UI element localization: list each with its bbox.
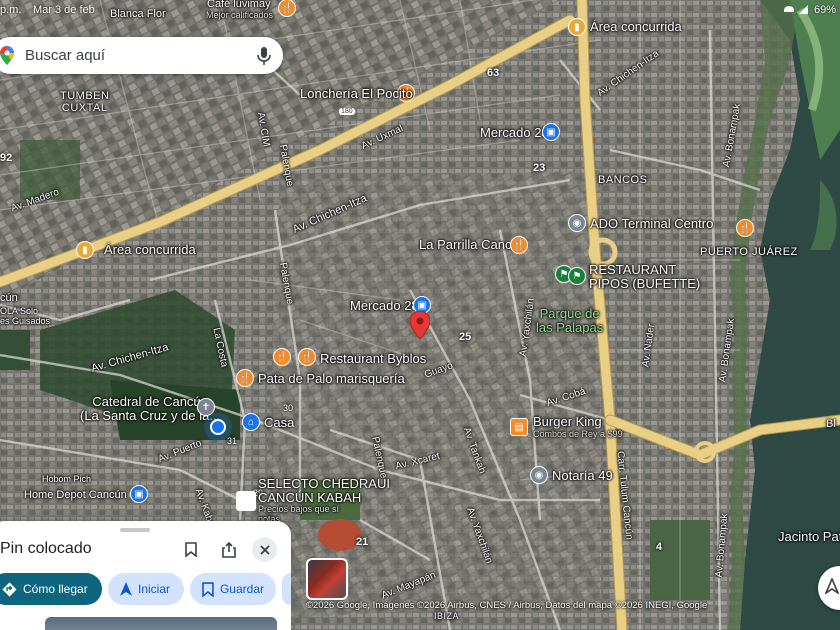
start-button[interactable]: Iniciar <box>108 573 184 605</box>
region-number: 4 <box>656 541 663 553</box>
shopping-icon[interactable]: ▣ <box>542 123 560 141</box>
home-icon[interactable]: ⌂ <box>242 413 260 431</box>
close-button[interactable] <box>252 537 277 562</box>
region-number: 30 <box>283 403 294 413</box>
neighborhood-label: BANCOS <box>598 174 648 186</box>
burger-king-icon[interactable]: ▤ <box>510 418 528 436</box>
wifi-icon <box>784 6 794 14</box>
restaurant-icon[interactable]: 🍴 <box>273 348 291 366</box>
poi-label[interactable]: SELECTO CHEDRAUI CANCÚN KABAH <box>258 476 390 506</box>
poi-sub-label: Mejor calificados <box>206 10 274 20</box>
area-label[interactable]: Área concurrida <box>590 19 682 34</box>
poi-label[interactable]: Notaría 49 <box>552 468 613 483</box>
area-label[interactable]: Área concurrida <box>104 242 196 257</box>
region-number: 21 <box>356 536 369 548</box>
map-attribution: ©2026 Google, Imágenes ©2026 Airbus, CNE… <box>306 600 708 611</box>
status-time: p.m. <box>0 4 22 16</box>
status-date: Mar 3 de feb <box>33 4 95 16</box>
poi-label[interactable]: Pata de Palo marisquería <box>258 371 405 386</box>
crowded-area-icon[interactable]: ▮ <box>76 241 94 259</box>
restaurant-icon[interactable]: 🍴 <box>298 348 316 366</box>
navigation-arrow-icon <box>825 578 839 594</box>
sheet-title: Pin colocado <box>0 540 92 557</box>
save-label: Guardar <box>219 582 264 596</box>
poi-sub-label: Combos de Rey a $99 <box>533 429 623 439</box>
poi-label[interactable]: Home Depot Cancún <box>24 489 127 501</box>
poi-label[interactable]: Mercado 28 <box>350 298 419 313</box>
microphone-icon[interactable] <box>255 46 273 66</box>
navigation-arrow-icon <box>120 582 132 596</box>
save-button[interactable]: Guardar <box>190 573 276 605</box>
more-actions-chip[interactable] <box>282 573 291 605</box>
restaurant-icon[interactable]: 🍴 <box>236 369 254 387</box>
poi-label[interactable]: Café luvimay <box>207 0 271 10</box>
restaurant-icon[interactable]: 🍴 <box>736 219 754 237</box>
neighborhood-label: PUERTO JUÁREZ <box>700 246 798 258</box>
dropped-pin-icon[interactable] <box>410 311 430 339</box>
directions-icon <box>2 581 17 597</box>
search-bar[interactable]: Buscar aquí <box>0 37 283 74</box>
search-input[interactable]: Buscar aquí <box>25 47 105 64</box>
signal-icon <box>799 5 808 14</box>
street-view-thumbnail[interactable] <box>306 558 348 600</box>
poi-label[interactable]: ADO Terminal Centro <box>590 216 713 231</box>
bookmark-icon <box>184 542 197 557</box>
poi-label[interactable]: Blanca Flor <box>110 8 166 20</box>
restaurant-icon[interactable]: 🍴 <box>510 236 528 254</box>
church-icon[interactable]: ✝ <box>197 398 215 416</box>
maps-logo-icon <box>0 46 14 65</box>
place-photo[interactable] <box>45 617 277 630</box>
share-button[interactable] <box>216 537 241 562</box>
drag-handle[interactable] <box>120 528 150 532</box>
poi-label[interactable]: Jacinto Pat <box>778 529 840 544</box>
poi-label[interactable]: Lonchería El Pocito <box>300 86 413 101</box>
poi-label[interactable]: RESTAURANT PIPOS (BUFETTE) <box>589 262 700 292</box>
place-bottom-sheet[interactable]: Pin colocado Cómo llegar Iniciar Guardar <box>0 521 291 630</box>
close-icon <box>259 544 270 555</box>
neighborhood-label: IBIZA <box>434 611 460 621</box>
poi-label[interactable]: Restaurant Byblos <box>320 351 426 366</box>
park-icon[interactable]: ⚑ <box>568 267 586 285</box>
region-number: 31 <box>227 436 238 446</box>
poi-label[interactable]: Hobom Pich <box>42 474 91 485</box>
store-logo[interactable] <box>236 491 256 511</box>
region-number: 63 <box>487 67 500 79</box>
route-badge: 180 <box>339 108 355 115</box>
battery-level: 69% <box>814 4 837 16</box>
shopping-icon[interactable]: ▣ <box>130 485 148 503</box>
share-icon <box>221 541 236 558</box>
park-label[interactable]: Parque de las Palapas <box>536 306 603 336</box>
neighborhood-label: Bl <box>826 418 836 430</box>
neighborhood-label: TUMBEN CUXTAL <box>60 90 110 115</box>
neighborhood-label: cún <box>0 292 18 304</box>
current-location-dot <box>210 419 226 435</box>
start-label: Iniciar <box>138 582 171 596</box>
directions-label: Cómo llegar <box>23 582 88 596</box>
poi-label[interactable]: OLA Solo es Guisados <box>0 306 50 327</box>
region-number: 25 <box>459 331 472 343</box>
region-number: 92 <box>0 152 13 164</box>
poi-label[interactable]: Mercado 23 <box>480 125 549 140</box>
bus-station-icon[interactable]: ◉ <box>568 214 586 232</box>
crowded-area-icon[interactable]: ▮ <box>568 18 586 36</box>
directions-button[interactable]: Cómo llegar <box>0 573 102 605</box>
office-icon[interactable]: ◉ <box>530 466 548 484</box>
poi-label[interactable]: Casa <box>264 415 294 430</box>
bookmark-icon <box>202 581 214 597</box>
poi-label[interactable]: Burger King <box>533 414 602 429</box>
bookmark-button[interactable] <box>178 537 203 562</box>
region-number: 23 <box>533 162 546 174</box>
